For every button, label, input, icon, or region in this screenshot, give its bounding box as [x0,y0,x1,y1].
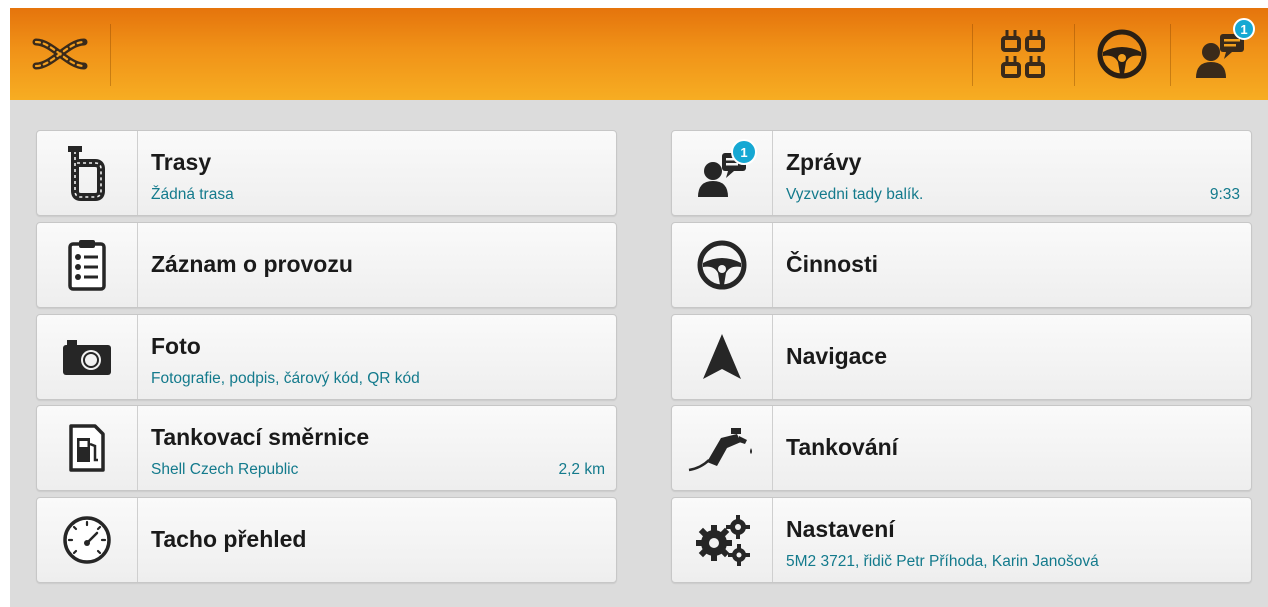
notification-badge: 1 [731,139,757,165]
menu-tile-activities[interactable]: Činnosti [671,222,1252,308]
tile-title: Záznam o provozu [151,251,353,277]
tile-subtitle: Vyzvedni tady balík. [786,186,924,203]
route-icon [68,146,105,201]
tile-icon-area [37,131,138,215]
tile-icon-area [37,498,138,582]
tile-title: Tacho přehled [151,526,307,552]
menu-tile-messages[interactable]: 1 Zprávy Vyzvedni tady balík. 9:33 [671,130,1252,216]
tile-title: Tankovací směrnice [151,424,370,450]
tile-title: Foto [151,333,201,359]
clipboard-checklist-icon [68,240,106,291]
tile-distance: 2,2 km [558,461,605,478]
tile-title: Navigace [786,343,888,369]
separator [110,24,111,86]
menu-tile-tacho-overview[interactable]: Tacho přehled [36,497,617,583]
steering-wheel-icon [1097,29,1147,79]
menu-tile-navigation[interactable]: Navigace [671,314,1252,400]
tile-title: Tankování [786,434,899,460]
tile-title: Nastavení [786,516,895,542]
fuel-nozzle-icon [688,428,752,472]
tile-time: 9:33 [1209,186,1240,203]
menu-tile-routes[interactable]: Trasy Žádná trasa [36,130,617,216]
app-screen: 1 Trasy Žádná trasa Záznam o provozu Fot… [10,8,1268,607]
tile-subtitle: 5M2 3721, řidič Petr Příhoda, Karin Jano… [786,553,1099,570]
activities-shortcut-button[interactable] [1075,8,1169,100]
tile-icon-area [37,406,138,490]
camera-icon [63,340,111,375]
logo-button[interactable] [10,8,110,100]
tile-icon-area [672,223,773,307]
top-bar: 1 [10,8,1268,100]
navigation-arrow-icon [703,334,741,379]
tile-icon-area: 1 [672,131,773,215]
tile-title: Trasy [151,149,212,175]
menu-tile-settings[interactable]: Nastavení 5M2 3721, řidič Petr Příhoda, … [671,497,1252,583]
steering-wheel-icon [697,240,747,290]
tile-subtitle: Fotografie, podpis, čárový kód, QR kód [151,370,420,387]
fuel-station-document-icon [69,424,105,472]
tile-subtitle: Shell Czech Republic [151,461,299,478]
menu-tile-photo[interactable]: Foto Fotografie, podpis, čárový kód, QR … [36,314,617,400]
tile-icon-area [672,315,773,399]
menu-tile-refueling[interactable]: Tankování [671,405,1252,491]
tile-title: Zprávy [786,149,862,175]
tile-icon-area [672,406,773,490]
tile-title: Činnosti [786,251,878,277]
tile-icon-area [37,223,138,307]
messages-shortcut-button[interactable]: 1 [1171,8,1268,100]
tile-icon-area [37,315,138,399]
tile-icon-area [672,498,773,582]
tachograph-gauge-icon [63,516,111,564]
crossed-roads-logo-icon [32,38,88,70]
gears-icon [696,515,750,566]
tile-subtitle: Žádná trasa [151,186,234,203]
menu-tile-fuel-directive[interactable]: Tankovací směrnice Shell Czech Republic … [36,405,617,491]
multi-screen-button[interactable] [973,8,1073,100]
notification-badge: 1 [1233,18,1255,40]
menu-tile-operation-log[interactable]: Záznam o provozu [36,222,617,308]
multi-screen-icon [1001,30,1045,78]
